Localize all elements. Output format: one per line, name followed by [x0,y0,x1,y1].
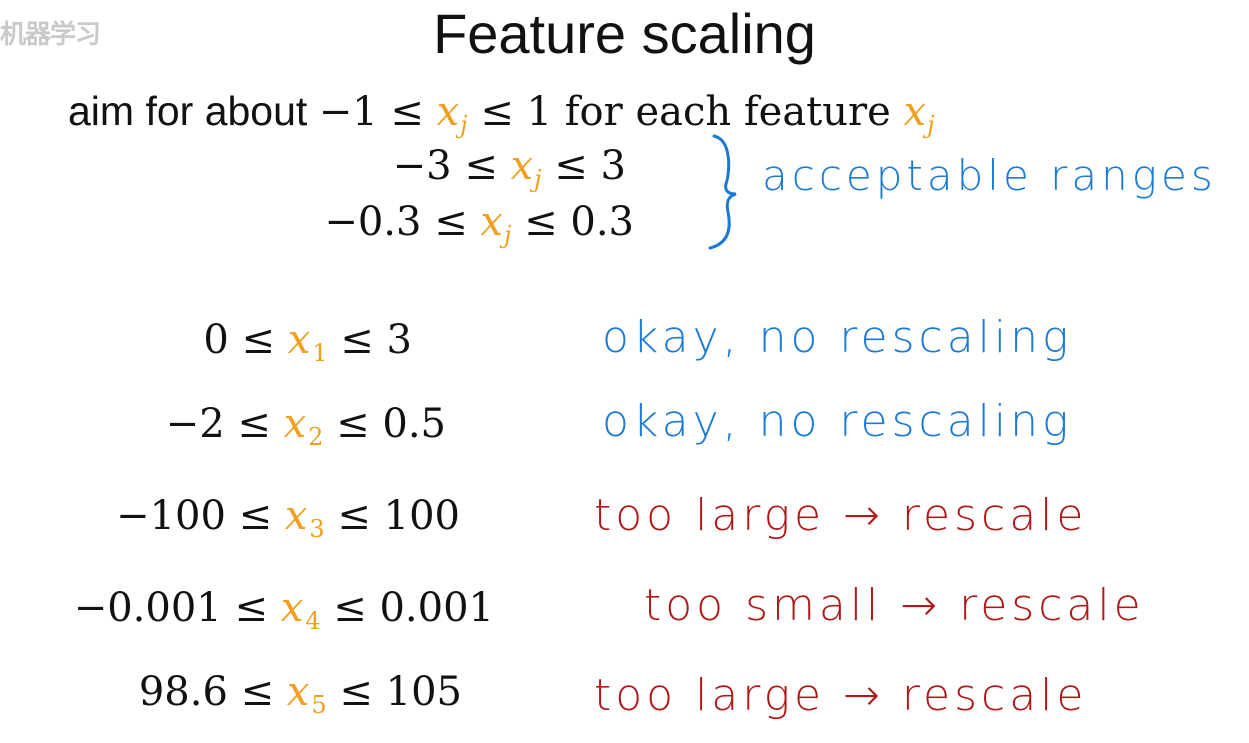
feature-row-3: −100 ≤ x3 ≤ 100 [116,493,460,543]
feature-row-1: 0 ≤ x1 ≤ 3 [203,317,412,367]
aim-lead: aim for about [68,88,319,134]
feature-row-4: −0.001 ≤ x4 ≤ 0.001 [73,585,494,635]
acceptable-ranges-note: acceptable ranges [762,151,1217,200]
feature-row-5: 98.6 ≤ x5 ≤ 105 [138,669,462,719]
aim-line: aim for about −1 ≤ xj ≤ 1 for each featu… [68,86,935,141]
feature-note-3: too large → rescale [594,490,1088,541]
acceptable-range-2: −0.3 ≤ xj ≤ 0.3 [324,199,634,249]
aim-var: xj [436,89,468,139]
aim-ineq-left: −1 ≤ [318,89,437,135]
aim-var-2: xj [903,89,935,139]
feature-note-4: too small → rescale [644,580,1145,631]
slide-title: Feature scaling [433,2,816,65]
feature-row-2: −2 ≤ x2 ≤ 0.5 [165,401,446,451]
curly-brace [708,134,737,250]
feature-note-1: okay, no rescaling [602,312,1073,363]
aim-ineq-right: ≤ 1 for each feature [467,89,904,135]
acceptable-range-1: −3 ≤ xj ≤ 3 [392,143,626,193]
feature-note-2: okay, no rescaling [602,396,1073,447]
feature-note-5: too large → rescale [594,670,1088,721]
